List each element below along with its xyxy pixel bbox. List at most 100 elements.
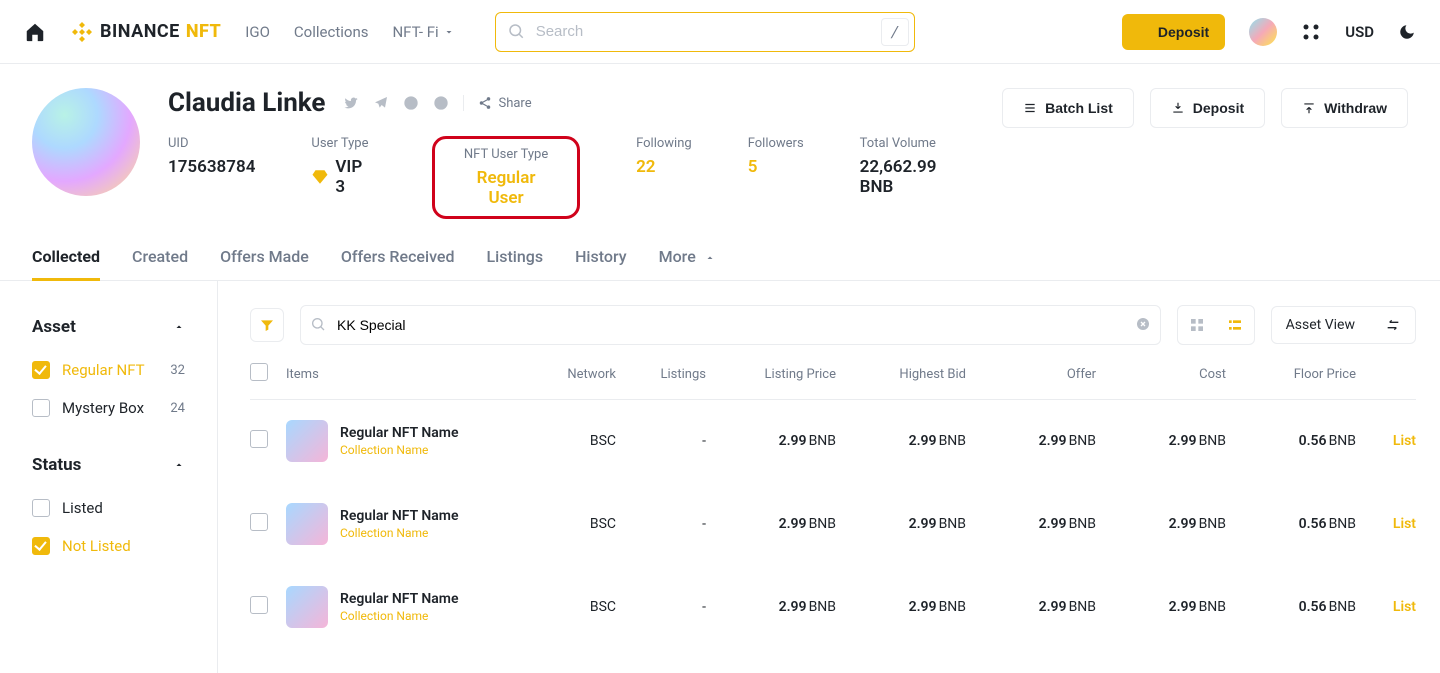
th-floor: Floor Price [1226, 367, 1356, 382]
chevron-down-icon [443, 26, 455, 38]
stat-total-volume: Total Volume 22,662.99 BNB [860, 136, 974, 197]
separator [463, 95, 464, 111]
cell-offer: 2.99BNB [966, 599, 1096, 615]
table-row[interactable]: Regular NFT Name Collection Name BSC - 2… [250, 483, 1416, 566]
brand-logo[interactable]: BINANCE NFT [70, 20, 221, 44]
top-nav: BINANCE NFT IGO Collections NFT- Fi / De… [0, 0, 1440, 64]
profile-deposit-button[interactable]: Deposit [1150, 88, 1265, 128]
asset-view-selector[interactable]: Asset View [1271, 306, 1416, 344]
th-cost: Cost [1096, 367, 1226, 382]
twitter-icon[interactable] [343, 95, 359, 111]
cell-network: BSC [506, 433, 616, 449]
stat-following[interactable]: Following 22 [636, 136, 692, 177]
filter-listed[interactable]: Listed [32, 489, 185, 527]
list-action-link[interactable]: List [1356, 516, 1416, 532]
cell-offer: 2.99BNB [966, 516, 1096, 532]
tab-collected[interactable]: Collected [32, 247, 100, 280]
checkbox-icon[interactable] [32, 499, 50, 517]
download-icon [1171, 101, 1185, 115]
tab-more[interactable]: More [659, 247, 716, 280]
tab-created[interactable]: Created [132, 247, 188, 280]
facebook-icon[interactable] [403, 95, 419, 111]
select-all-checkbox[interactable] [250, 363, 268, 381]
table-header: Items Network Listings Listing Price Hig… [250, 345, 1416, 400]
list-view-button[interactable] [1216, 306, 1254, 344]
cell-floor: 0.56BNB [1226, 516, 1356, 532]
vip-badge: VIP 3 [311, 157, 376, 197]
profile-header: Claudia Linke Share UID 175638784 User T… [0, 64, 1440, 219]
filter-asset-header[interactable]: Asset [32, 317, 185, 337]
table-body: Regular NFT Name Collection Name BSC - 2… [250, 400, 1416, 649]
nav-link-igo[interactable]: IGO [245, 23, 270, 41]
theme-toggle-icon[interactable] [1398, 23, 1416, 41]
user-avatar[interactable] [1249, 18, 1277, 46]
clear-search-icon[interactable] [1135, 316, 1151, 332]
nav-link-nftfi[interactable]: NFT- Fi [392, 23, 454, 41]
withdraw-button[interactable]: Withdraw [1281, 88, 1408, 128]
nft-thumbnail[interactable] [286, 503, 328, 545]
profile-actions: Batch List Deposit Withdraw [1002, 88, 1408, 128]
row-checkbox[interactable] [250, 430, 268, 448]
search-input[interactable] [495, 12, 915, 52]
filter-toggle-button[interactable] [250, 308, 284, 342]
th-network: Network [506, 367, 616, 382]
brand-text-b: NFT [186, 21, 221, 42]
th-highest-bid: Highest Bid [836, 367, 966, 382]
row-checkbox[interactable] [250, 513, 268, 531]
cell-listing-price: 2.99BNB [706, 433, 836, 449]
telegram-icon[interactable] [373, 95, 389, 111]
table-row[interactable]: Regular NFT Name Collection Name BSC - 2… [250, 566, 1416, 649]
collection-name[interactable]: Collection Name [340, 443, 458, 457]
filter-status-header[interactable]: Status [32, 455, 185, 475]
home-icon[interactable] [24, 21, 46, 43]
diamond-icon [311, 168, 329, 186]
stat-uid: UID 175638784 [168, 136, 255, 177]
swap-icon [1385, 317, 1401, 333]
share-button[interactable]: Share [478, 96, 531, 111]
checkbox-icon[interactable] [32, 537, 50, 555]
cell-listing-price: 2.99BNB [706, 516, 836, 532]
filter-regular-nft[interactable]: Regular NFT 32 [32, 351, 185, 389]
cell-cost: 2.99BNB [1096, 599, 1226, 615]
batch-list-button[interactable]: Batch List [1002, 88, 1134, 128]
nft-name: Regular NFT Name [340, 508, 458, 524]
list-search-input[interactable] [300, 305, 1161, 345]
cell-listings: - [616, 433, 706, 449]
global-search: / [495, 12, 915, 52]
nft-thumbnail[interactable] [286, 586, 328, 628]
chevron-up-icon [173, 459, 185, 471]
stat-followers[interactable]: Followers 5 [748, 136, 804, 177]
row-checkbox[interactable] [250, 596, 268, 614]
list-action-link[interactable]: List [1356, 433, 1416, 449]
profile-avatar[interactable] [32, 88, 140, 196]
header-deposit-button[interactable]: Deposit [1122, 14, 1225, 50]
table-row[interactable]: Regular NFT Name Collection Name BSC - 2… [250, 400, 1416, 483]
th-listing-price: Listing Price [706, 367, 836, 382]
tab-offers-made[interactable]: Offers Made [220, 247, 309, 280]
chevron-up-icon [704, 252, 716, 264]
list-action-link[interactable]: List [1356, 599, 1416, 615]
collection-name[interactable]: Collection Name [340, 526, 458, 540]
tab-offers-received[interactable]: Offers Received [341, 247, 455, 280]
tab-listings[interactable]: Listings [487, 247, 544, 280]
filter-not-listed[interactable]: Not Listed [32, 527, 185, 565]
profile-name: Claudia Linke [168, 88, 325, 118]
cell-network: BSC [506, 599, 616, 615]
reddit-icon[interactable] [433, 95, 449, 111]
checkbox-icon[interactable] [32, 361, 50, 379]
content-body: Asset Regular NFT 32 Mystery Box 24 Stat… [0, 281, 1440, 673]
filter-mystery-box[interactable]: Mystery Box 24 [32, 389, 185, 427]
upload-icon [1302, 101, 1316, 115]
th-listings: Listings [616, 367, 706, 382]
checkbox-icon[interactable] [32, 399, 50, 417]
collection-name[interactable]: Collection Name [340, 609, 458, 623]
tab-history[interactable]: History [575, 247, 627, 280]
grid-view-button[interactable] [1178, 306, 1216, 344]
currency-selector[interactable]: USD [1345, 23, 1374, 41]
cell-floor: 0.56BNB [1226, 433, 1356, 449]
nft-thumbnail[interactable] [286, 420, 328, 462]
download-icon [1138, 25, 1152, 39]
globe-icon[interactable] [1301, 22, 1321, 42]
th-items: Items [286, 367, 506, 382]
nav-link-collections[interactable]: Collections [294, 23, 369, 41]
